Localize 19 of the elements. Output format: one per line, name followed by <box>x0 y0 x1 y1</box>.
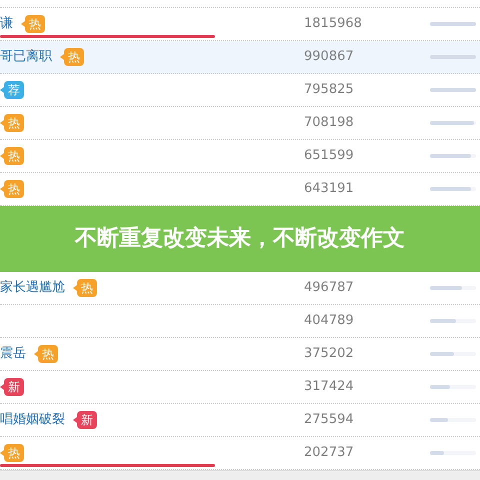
banner-title: 不断重复改变未来，不断改变作文 <box>75 224 405 253</box>
search-count: 643191 <box>304 181 354 196</box>
search-count: 990867 <box>304 49 354 64</box>
topic-link[interactable]: 震岳 <box>0 344 26 364</box>
highlighted-row[interactable]: 哥已离职 热 990867 <box>0 41 480 74</box>
search-count: 202737 <box>304 445 354 460</box>
search-count: 496787 <box>304 280 354 296</box>
search-count: 1815968 <box>304 16 362 32</box>
search-count: 795825 <box>304 82 354 98</box>
topic-link[interactable]: 唱婚姻破裂 <box>0 410 65 430</box>
search-count: 404789 <box>304 313 354 328</box>
topic-link[interactable]: 谦 <box>0 14 13 34</box>
search-count: 375202 <box>304 346 354 362</box>
search-count: 317424 <box>304 379 354 394</box>
topic-link[interactable]: 家长遇尴尬 <box>0 278 65 298</box>
search-count: 651599 <box>304 148 354 164</box>
topic-link[interactable]: 哥已离职 <box>0 47 52 67</box>
search-count: 708198 <box>304 115 354 130</box>
search-count: 275594 <box>304 412 354 428</box>
